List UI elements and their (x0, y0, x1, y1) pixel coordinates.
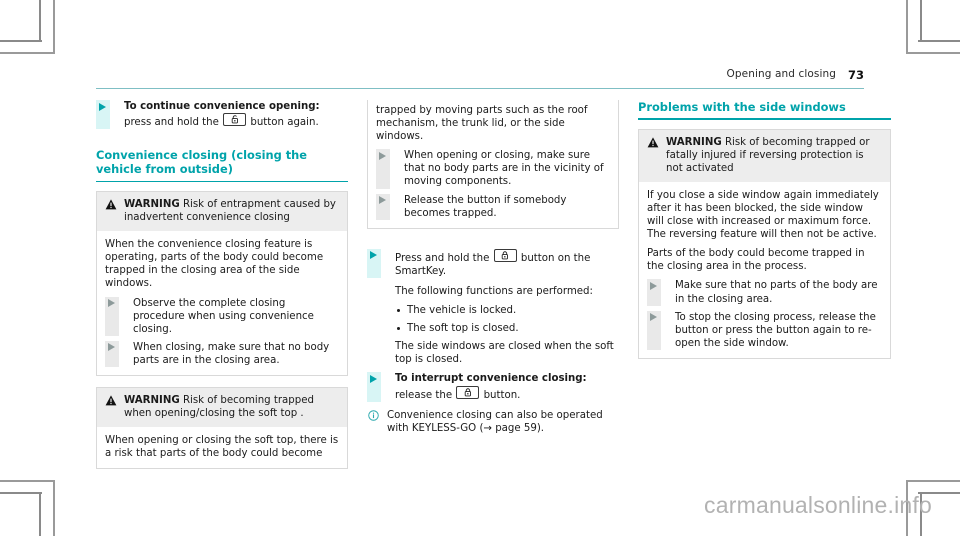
step-triangle-icon (105, 340, 119, 368)
section-heading-convenience-closing: Convenience closing (closing the vehicle… (96, 148, 308, 177)
warning-header: WARNING Risk of becoming trapped when op… (97, 388, 347, 428)
watermark: carmanualsonline.info (704, 492, 932, 518)
warning-header: WARNING Risk of becoming trapped or fata… (639, 129, 890, 182)
warning-body-text-1: If you close a side window again immedia… (647, 189, 879, 241)
warning-body-continued: trapped by moving parts such as the roof… (368, 100, 618, 228)
warning-body: If you close a side window again immedia… (639, 182, 890, 358)
list-item: The soft top is closed. (395, 322, 619, 335)
page-number: 73 (847, 68, 864, 82)
step-triangle-icon (647, 279, 661, 306)
warning-step: Make sure that no parts of the body are … (647, 279, 882, 306)
functions-bullet-list: The vehicle is locked. The soft top is c… (367, 304, 619, 366)
section-heading-rule (96, 180, 348, 182)
warning-step: Observe the complete closing procedure w… (105, 296, 339, 336)
warning-body-text: When the convenience closing feature is … (105, 239, 324, 290)
warning-body-text: trapped by moving parts such as the roof… (376, 105, 588, 143)
warning-label: WARNING (124, 395, 180, 407)
running-head-rule (96, 88, 864, 89)
warning-body: When opening or closing the soft top, th… (97, 427, 347, 468)
lock-button-icon (493, 248, 517, 262)
warning-step: To stop the closing process, release the… (647, 310, 882, 350)
warning-triangle-icon (105, 199, 117, 210)
unlock-button-icon (223, 113, 247, 127)
warning-box-reversing-protection: WARNING Risk of becoming trapped or fata… (638, 128, 891, 359)
running-head-title: Opening and closing (726, 68, 836, 80)
list-item: The vehicle is locked. (395, 304, 619, 317)
note-text: Convenience closing can also be operated… (387, 409, 603, 434)
column-3: Problems with the side windows WARNING R… (638, 100, 891, 480)
warning-box-entrapment: WARNING Risk of entrapment caused by ina… (96, 190, 348, 377)
note-keyless-go: Convenience closing can also be operated… (367, 409, 619, 435)
step-interrupt-convenience-closing: To interrupt convenience closing: releas… (367, 372, 619, 402)
warning-header-text: WARNING Risk of becoming trapped or fata… (666, 136, 882, 175)
warning-step: When opening or closing, make sure that … (376, 149, 610, 189)
step-press-and-hold-lock: Press and hold the button on the SmartKe… (367, 248, 619, 278)
warning-step-text: When closing, make sure that no body par… (133, 341, 330, 366)
warning-step-text: Observe the complete closing procedure w… (133, 297, 314, 335)
step-text-after-key: button. (480, 389, 521, 401)
warning-label: WARNING (124, 198, 180, 210)
step-label: To interrupt convenience closing: (395, 373, 587, 385)
step-triangle-icon (367, 372, 381, 402)
step-triangle-icon (376, 149, 390, 189)
warning-body-text-2: Parts of the body could become trapped i… (647, 248, 865, 273)
step-text-before-key: Press and hold the (395, 252, 493, 264)
warning-step: Release the button if somebody becomes t… (376, 193, 610, 220)
step-triangle-icon (105, 296, 119, 336)
warning-step: When closing, make sure that no body par… (105, 340, 339, 368)
step-triangle-icon (647, 310, 661, 350)
functions-performed-intro: The following functions are performed: (395, 285, 593, 297)
warning-step-text: When opening or closing, make sure that … (404, 150, 604, 188)
step-label: To continue convenience opening: (124, 101, 320, 112)
lock-button-icon (456, 385, 480, 399)
step-text-before-key: press and hold the (124, 117, 223, 129)
warning-body: When the convenience closing feature is … (97, 231, 347, 375)
column-1: To continue convenience opening: press a… (96, 100, 348, 480)
warning-header-text: WARNING Risk of becoming trapped when op… (124, 394, 339, 420)
warning-step-text: Release the button if somebody becomes t… (404, 194, 567, 219)
warning-header: WARNING Risk of entrapment caused by ina… (97, 191, 347, 232)
step-continue-convenience-opening: To continue convenience opening: press a… (96, 100, 348, 130)
warning-header-text: WARNING Risk of entrapment caused by ina… (124, 198, 339, 224)
warning-label: WARNING (666, 136, 722, 148)
step-text-after-key: button again. (247, 117, 319, 129)
info-icon (368, 409, 379, 421)
step-triangle-icon (96, 100, 110, 130)
warning-body-text: When opening or closing the soft top, th… (105, 435, 339, 460)
column-2: trapped by moving parts such as the roof… (367, 100, 619, 480)
running-head: Opening and closing 73 (96, 68, 864, 88)
step-triangle-icon (376, 193, 390, 220)
warning-step-text: To stop the closing process, release the… (675, 311, 876, 349)
warning-step-text: Make sure that no parts of the body are … (675, 280, 878, 305)
warning-triangle-icon (105, 395, 117, 406)
warning-box-soft-top: WARNING Risk of becoming trapped when op… (96, 387, 348, 470)
step-triangle-icon (367, 248, 381, 278)
warning-triangle-icon (647, 136, 659, 147)
page-body: To continue convenience opening: press a… (96, 100, 891, 480)
section-heading-rule (638, 118, 891, 120)
bullets-note: The side windows are closed when the sof… (395, 341, 614, 366)
section-heading-problems-side-windows: Problems with the side windows (638, 100, 846, 114)
warning-box-soft-top-continued: trapped by moving parts such as the roof… (367, 100, 619, 229)
step-text-before-key: release the (395, 389, 456, 401)
